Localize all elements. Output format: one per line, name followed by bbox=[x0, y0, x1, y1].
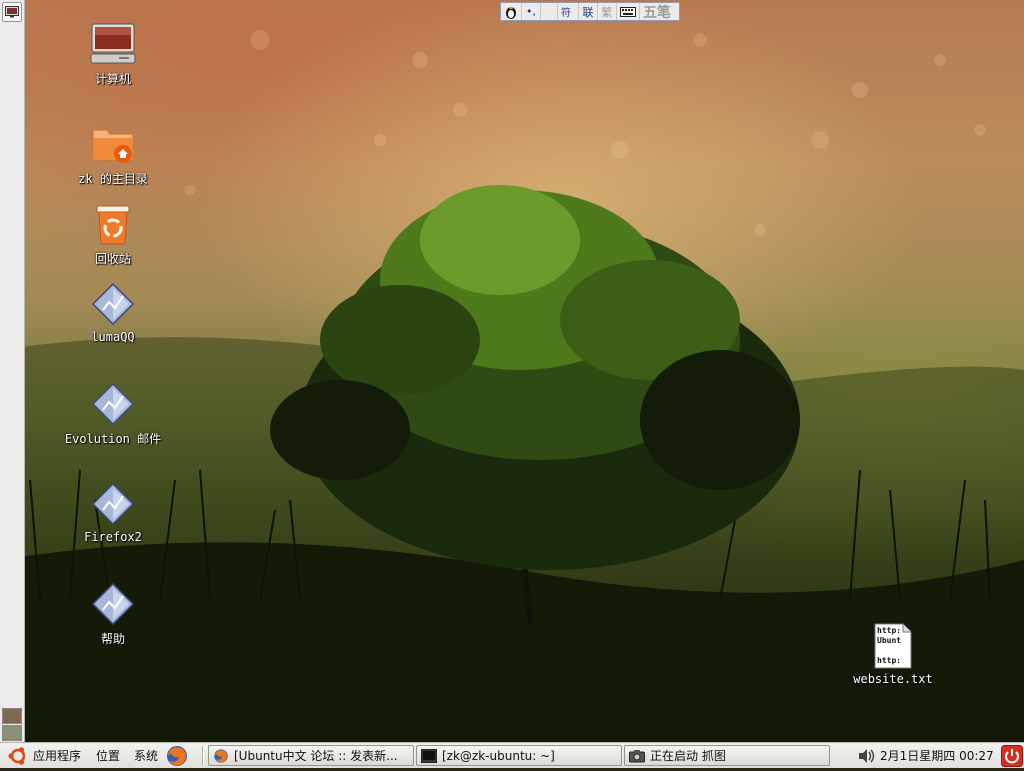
desktop-icon-lumaqq[interactable]: lumaQQ bbox=[53, 280, 173, 344]
bottom-panel: 应用程序 位置 系统 [Ubuntu中文 论坛 :: 发表新... [zk@zk… bbox=[0, 742, 1024, 768]
desktop-icon-firefox2[interactable]: Firefox2 bbox=[53, 480, 173, 544]
show-desktop-button[interactable] bbox=[2, 2, 22, 22]
taskbar-button-label: [Ubuntu中文 论坛 :: 发表新... bbox=[234, 749, 398, 763]
trash-icon bbox=[96, 205, 130, 245]
desktop-icon-website-txt[interactable]: http: Ubunt http: website.txt bbox=[833, 622, 953, 686]
places-menu[interactable]: 位置 bbox=[96, 747, 120, 765]
text-file-icon: http: Ubunt http: bbox=[874, 623, 912, 669]
workspace-1[interactable] bbox=[2, 708, 22, 724]
moon-icon[interactable] bbox=[541, 3, 558, 20]
desktop-icon-trash[interactable]: 回收站 bbox=[53, 200, 173, 267]
input-method-bar: •, 符 联 繁 五笔 bbox=[500, 2, 680, 21]
desktop-icon-label: lumaQQ bbox=[91, 330, 135, 344]
lumaqq-icon bbox=[91, 282, 135, 326]
punctuation-icon[interactable]: •, bbox=[522, 3, 541, 20]
left-panel bbox=[0, 0, 25, 742]
evolution-mail-icon bbox=[91, 382, 135, 426]
penguin-icon[interactable] bbox=[501, 3, 522, 20]
traditional-toggle[interactable]: 繁 bbox=[598, 3, 617, 20]
show-desktop-icon bbox=[5, 6, 19, 18]
file-preview-line: http: bbox=[877, 626, 901, 635]
firefox-launcher-icon[interactable] bbox=[165, 744, 189, 768]
terminal-icon bbox=[421, 748, 437, 763]
firefox2-icon bbox=[91, 482, 135, 526]
taskbar-button-label: [zk@zk-ubuntu: ~] bbox=[442, 748, 555, 763]
firefox-icon bbox=[214, 748, 228, 763]
file-preview-line: http: bbox=[877, 656, 901, 665]
power-icon bbox=[1001, 745, 1023, 767]
help-icon bbox=[91, 582, 135, 626]
desktop-icon-computer[interactable]: 计算机 bbox=[53, 20, 173, 87]
pinyin-icon[interactable]: 符 bbox=[558, 3, 579, 20]
lianxiang-toggle[interactable]: 联 bbox=[579, 3, 598, 20]
desktop-icon-help[interactable]: 帮助 bbox=[53, 580, 173, 647]
panel-separator bbox=[202, 746, 204, 766]
svg-text:符: 符 bbox=[561, 6, 571, 18]
desktop-icon-label: 计算机 bbox=[94, 72, 131, 86]
volume-icon[interactable] bbox=[858, 748, 876, 764]
applications-menu[interactable]: 应用程序 bbox=[33, 747, 81, 765]
camera-icon bbox=[629, 749, 645, 762]
desktop-icon-label: Evolution 邮件 bbox=[64, 432, 162, 446]
desktop-icon-label: 回收站 bbox=[94, 252, 131, 266]
clock[interactable]: 2月1日星期四 00:27 bbox=[880, 747, 994, 765]
desktop-icon-label: 帮助 bbox=[100, 632, 125, 646]
taskbar-button-firefox[interactable]: [Ubuntu中文 论坛 :: 发表新... bbox=[208, 745, 414, 766]
system-menu[interactable]: 系统 bbox=[134, 747, 158, 765]
desktop-icon-label: website.txt bbox=[853, 672, 933, 686]
computer-icon bbox=[90, 23, 136, 64]
desktop-icon-label: Firefox2 bbox=[84, 530, 142, 544]
desktop-icon-label: zk 的主目录 bbox=[78, 172, 148, 186]
file-preview-line: Ubunt bbox=[877, 636, 901, 645]
workspace-2[interactable] bbox=[2, 725, 22, 741]
shutdown-button[interactable] bbox=[1001, 745, 1023, 767]
taskbar-button-label: 正在启动 抓图 bbox=[650, 749, 726, 763]
ubuntu-logo-icon[interactable] bbox=[8, 746, 28, 766]
taskbar-button-screenshot[interactable]: 正在启动 抓图 bbox=[624, 745, 830, 766]
desktop-icon-evolution[interactable]: Evolution 邮件 bbox=[53, 380, 173, 447]
desktop-icon-home[interactable]: zk 的主目录 bbox=[53, 120, 173, 187]
keyboard-icon[interactable] bbox=[617, 3, 640, 20]
ime-mode-label[interactable]: 五笔 bbox=[640, 3, 674, 21]
taskbar-button-terminal[interactable]: [zk@zk-ubuntu: ~] bbox=[416, 745, 622, 766]
home-folder-icon bbox=[92, 129, 134, 163]
